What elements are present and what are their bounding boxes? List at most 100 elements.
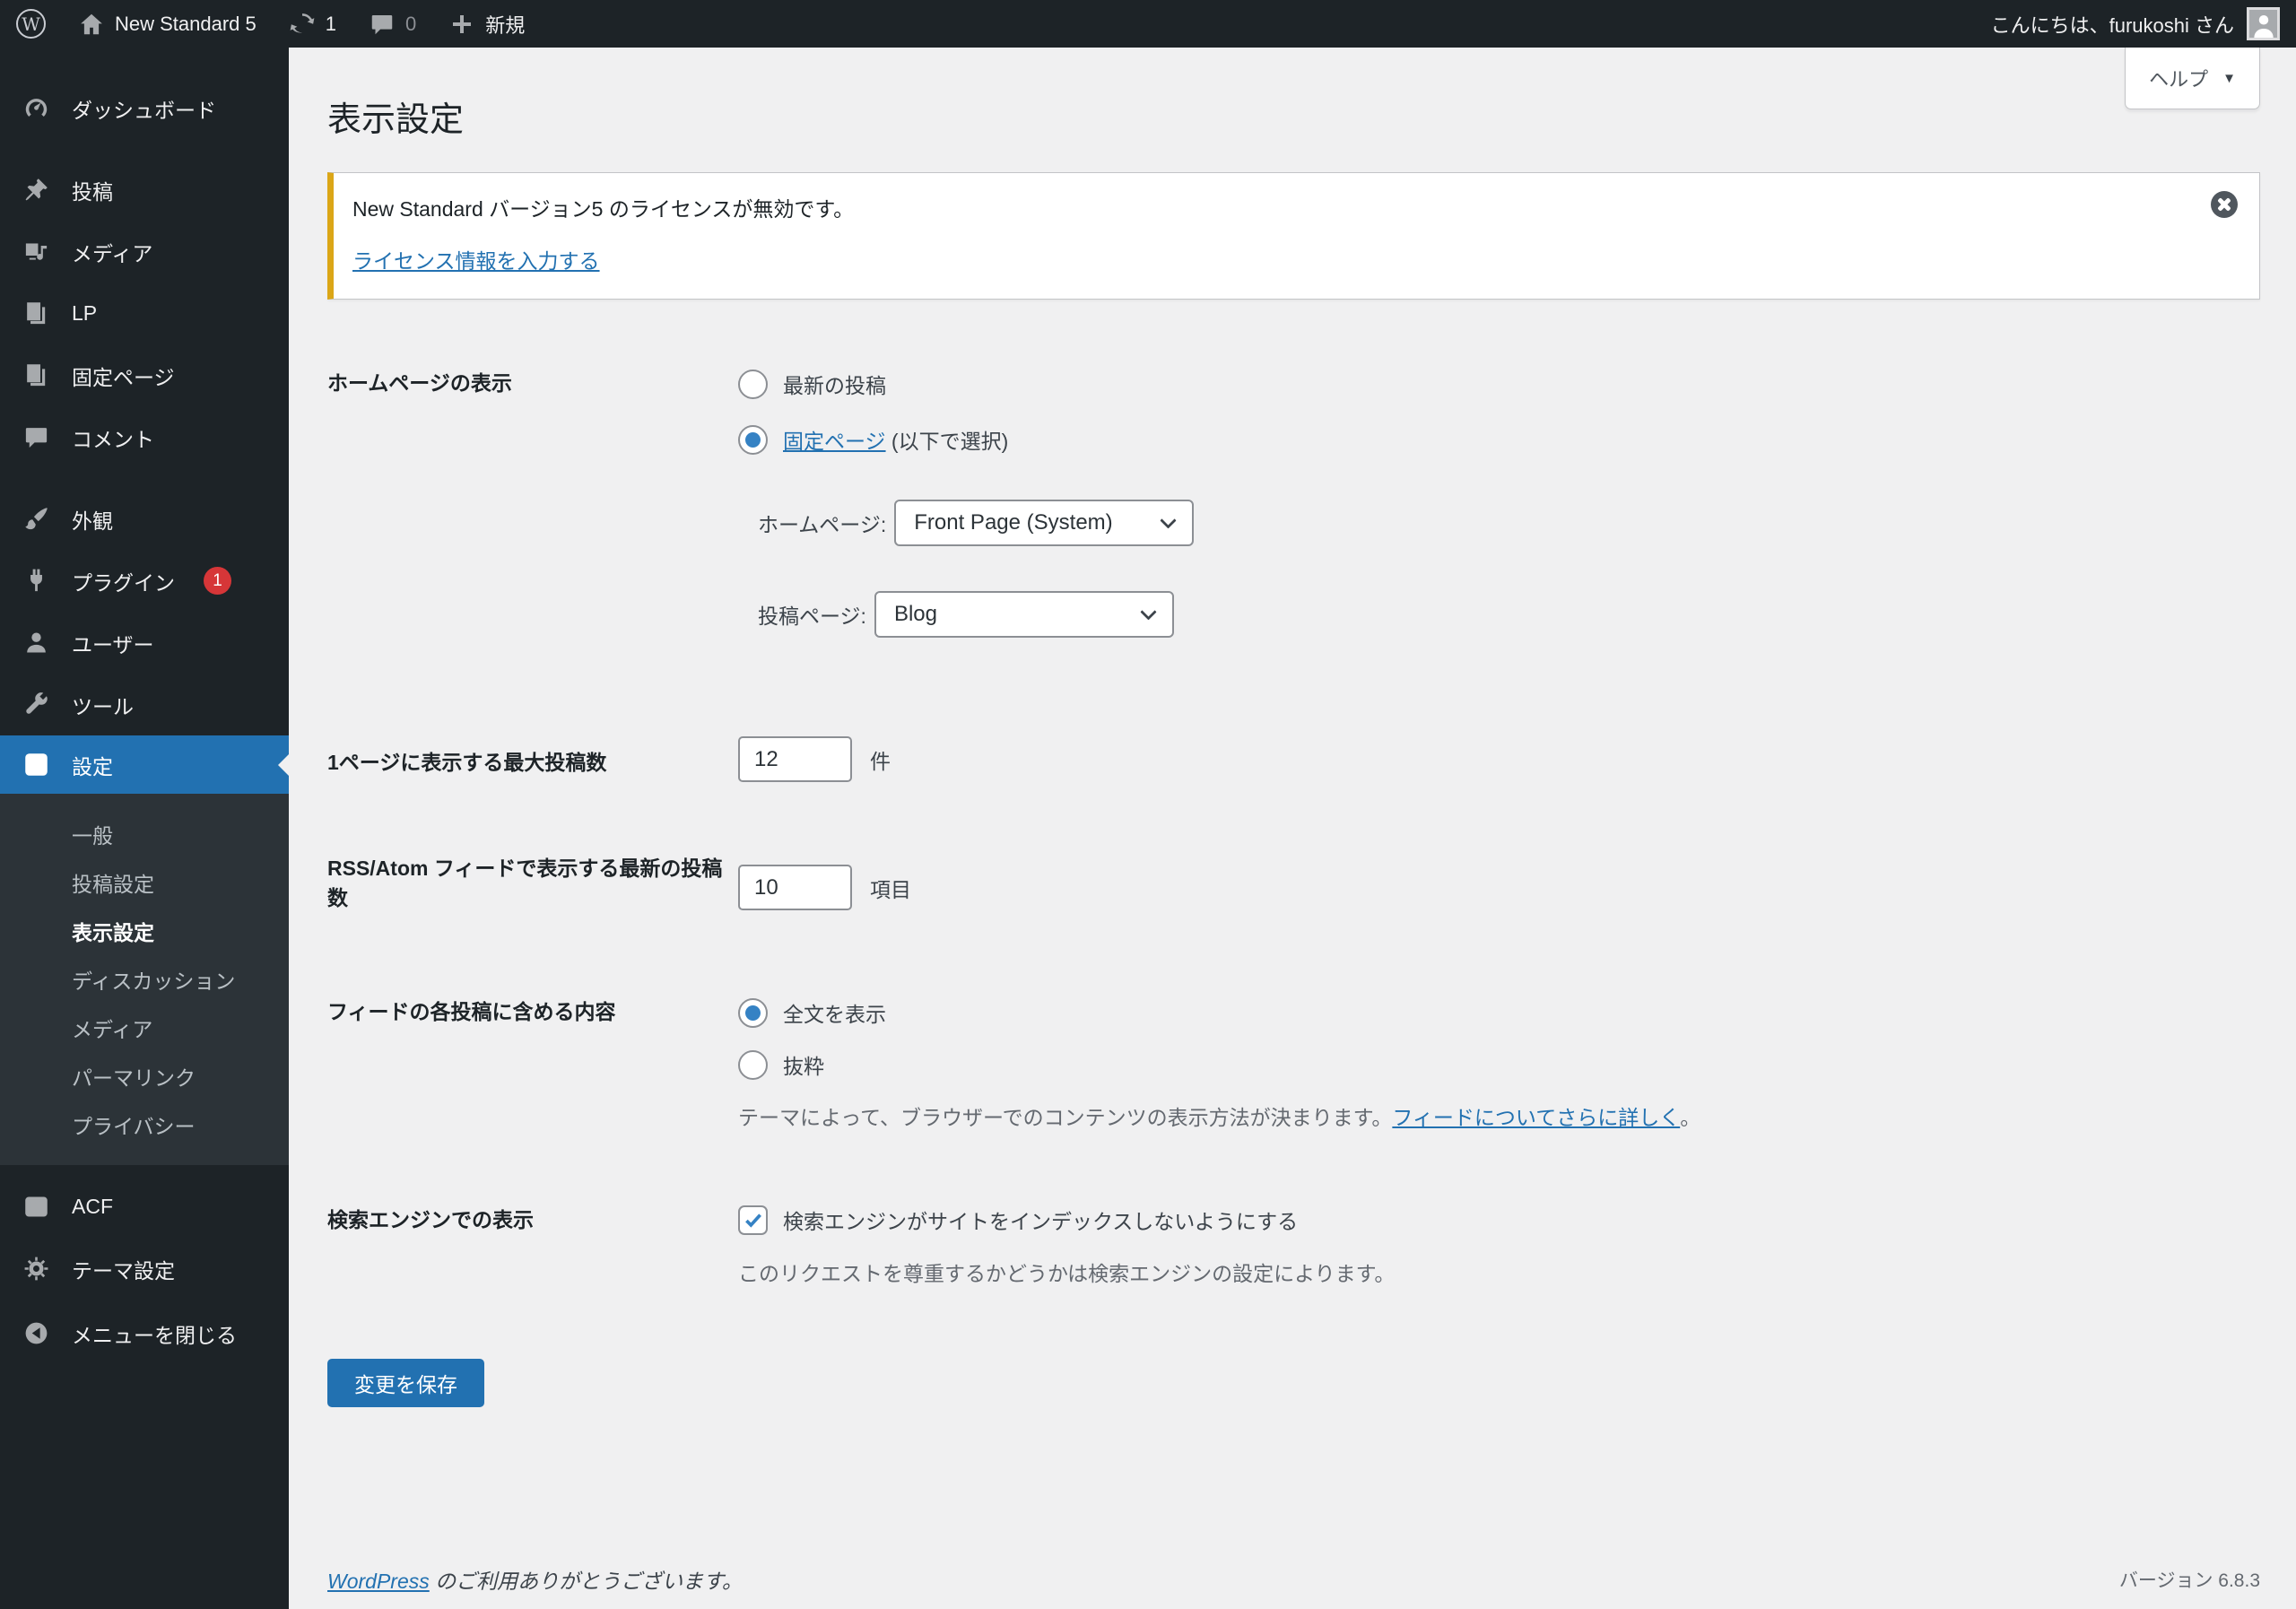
dashboard-icon (22, 94, 50, 122)
feed-description-suffix: 。 (1680, 1106, 1701, 1129)
radio-option-latest-posts[interactable]: 最新の投稿 (738, 356, 1194, 412)
radio-option-static-page[interactable]: 固定ページ (以下で選択) (738, 412, 1194, 467)
gear-icon (22, 1255, 50, 1283)
updates-menu[interactable]: 1 (289, 11, 336, 38)
search-visibility-option[interactable]: 検索エンジンがサイトをインデックスしないようにする (738, 1202, 1395, 1238)
plugin-icon (22, 567, 50, 595)
sidebar-item-dashboard[interactable]: ダッシュボード (0, 77, 289, 139)
radio-latest-posts[interactable] (738, 369, 768, 399)
submenu-general[interactable]: 一般 (0, 810, 289, 858)
sidebar-item-users[interactable]: ユーザー (0, 612, 289, 674)
wordpress-link[interactable]: WordPress (327, 1570, 430, 1593)
submenu-privacy[interactable]: プライバシー (0, 1100, 289, 1149)
comment-icon (22, 423, 50, 451)
posts-page-select[interactable]: Blog (874, 591, 1174, 638)
pages-icon (22, 300, 50, 327)
feed-learn-more-link[interactable]: フィードについてさらに詳しく (1392, 1106, 1680, 1129)
wordpress-logo-menu[interactable]: W (16, 9, 46, 39)
dismiss-notice-button[interactable] (2211, 191, 2238, 218)
settings-icon (22, 751, 50, 778)
footer-thanks: WordPress のご利用ありがとうございます。 (327, 1564, 743, 1595)
page-title: 表示設定 (327, 101, 465, 139)
sidebar-item-comments[interactable]: コメント (0, 406, 289, 468)
radio-static-page[interactable] (738, 424, 768, 455)
submenu-permalinks[interactable]: パーマリンク (0, 1052, 289, 1100)
posts-per-page-suffix: 件 (870, 749, 891, 773)
radio-label: 全文を表示 (783, 1003, 886, 1026)
sidebar-item-posts[interactable]: 投稿 (0, 159, 289, 221)
plugin-update-badge: 1 (204, 567, 231, 595)
sidebar-item-media[interactable]: メディア (0, 221, 289, 283)
submenu-media[interactable]: メディア (0, 1004, 289, 1052)
sidebar-item-label: メニューを閉じる (72, 1323, 237, 1347)
user-icon (22, 629, 50, 657)
homepage-select-label: ホームページ: (758, 513, 887, 536)
collapse-menu-button[interactable]: メニューを閉じる (0, 1302, 289, 1364)
comment-bubble-icon (369, 11, 396, 38)
save-changes-button[interactable]: 変更を保存 (327, 1359, 484, 1407)
sidebar-item-plugins[interactable]: プラグイン 1 (0, 550, 289, 612)
acf-icon (22, 1193, 50, 1221)
sidebar-item-appearance[interactable]: 外観 (0, 488, 289, 550)
radio-option-full-text[interactable]: 全文を表示 (738, 987, 1700, 1039)
wrench-icon (22, 691, 50, 718)
sidebar-item-theme-settings[interactable]: テーマ設定 (0, 1238, 289, 1300)
submenu-writing[interactable]: 投稿設定 (0, 858, 289, 907)
homepage-select-value: Front Page (System) (914, 510, 1113, 535)
license-notice: New Standard バージョン5 のライセンスが無効です。 ライセンス情報… (327, 172, 2260, 300)
homepage-select[interactable]: Front Page (System) (894, 500, 1195, 546)
search-visibility-checkbox[interactable] (738, 1205, 768, 1235)
footer-version: バージョン 6.8.3 (2118, 1570, 2260, 1591)
home-icon (78, 11, 105, 38)
sidebar-item-tools[interactable]: ツール (0, 674, 289, 735)
static-page-link[interactable]: 固定ページ (783, 430, 886, 453)
radio-full-text[interactable] (738, 997, 768, 1028)
radio-option-excerpt[interactable]: 抜粋 (738, 1039, 1700, 1091)
submenu-discussion[interactable]: ディスカッション (0, 955, 289, 1004)
avatar[interactable] (2247, 7, 2280, 40)
sidebar-item-label: 固定ページ (72, 365, 175, 389)
sidebar-item-pages[interactable]: 固定ページ (0, 344, 289, 406)
sidebar-item-lp[interactable]: LP (0, 283, 289, 344)
radio-excerpt[interactable] (738, 1049, 768, 1080)
new-content-menu[interactable]: 新規 (448, 10, 525, 39)
homepage-display-row: ホームページの表示 最新の投稿 固定ページ (以下で選択) ホームページ: Fr… (327, 356, 2260, 638)
license-info-link[interactable]: ライセンス情報を入力する (352, 249, 600, 273)
footer: WordPress のご利用ありがとうございます。 バージョン 6.8.3 (327, 1564, 2260, 1595)
collapse-arrow-icon (22, 1319, 50, 1347)
main-content: ヘルプ ▼ 表示設定 New Standard バージョン5 のライセンスが無効… (289, 48, 2296, 1609)
new-label: 新規 (485, 13, 526, 37)
submenu-reading[interactable]: 表示設定 (0, 907, 289, 955)
user-greeting[interactable]: こんにちは、furukoshi さん (1991, 10, 2234, 39)
posts-per-page-input[interactable] (738, 736, 852, 782)
feed-description: テーマによって、ブラウザーでのコンテンツの表示方法が決まります。フィードについて… (738, 1103, 1700, 1132)
checkbox-label: 検索エンジンがサイトをインデックスしないようにする (783, 1210, 1299, 1233)
brush-icon (22, 505, 50, 533)
sidebar-item-label: ACF (72, 1195, 113, 1218)
sidebar-item-acf[interactable]: ACF (0, 1176, 289, 1238)
pin-icon (22, 176, 50, 204)
feed-content-row: フィードの各投稿に含める内容 全文を表示 抜粋 テーマによって、ブラウザーでのコ… (327, 987, 2260, 1132)
sidebar-item-label: 設定 (72, 754, 113, 778)
footer-thanks-text: のご利用ありがとうございます。 (429, 1570, 743, 1593)
search-visibility-row: 検索エンジンでの表示 検索エンジンがサイトをインデックスしないようにする このリ… (327, 1202, 2260, 1288)
sidebar-item-label: 外観 (72, 509, 113, 533)
comments-menu[interactable]: 0 (369, 11, 416, 38)
site-name-label: New Standard 5 (115, 12, 257, 35)
search-visibility-description: このリクエストを尊重するかどうかは検索エンジンの設定によります。 (738, 1262, 1396, 1285)
rss-items-suffix: 項目 (870, 877, 911, 901)
sidebar-item-label: メディア (72, 241, 153, 265)
posts-page-select-value: Blog (893, 602, 937, 626)
chevron-down-icon (1140, 604, 1157, 621)
sidebar-item-label: ユーザー (72, 632, 154, 657)
site-name-link[interactable]: New Standard 5 (78, 11, 257, 38)
help-button[interactable]: ヘルプ ▼ (2125, 48, 2260, 109)
row-label: RSS/Atom フィードで表示する最新の投稿数 (327, 857, 723, 909)
sidebar-item-settings[interactable]: 設定 (0, 735, 289, 794)
radio-label: 抜粋 (783, 1055, 824, 1078)
rss-items-input[interactable] (738, 865, 852, 910)
row-label: 検索エンジンでの表示 (327, 1208, 534, 1231)
posts-per-page-row: 1ページに表示する最大投稿数 件 (327, 736, 2260, 782)
sidebar-item-label: プラグイン (72, 570, 175, 595)
update-count: 1 (325, 12, 337, 35)
